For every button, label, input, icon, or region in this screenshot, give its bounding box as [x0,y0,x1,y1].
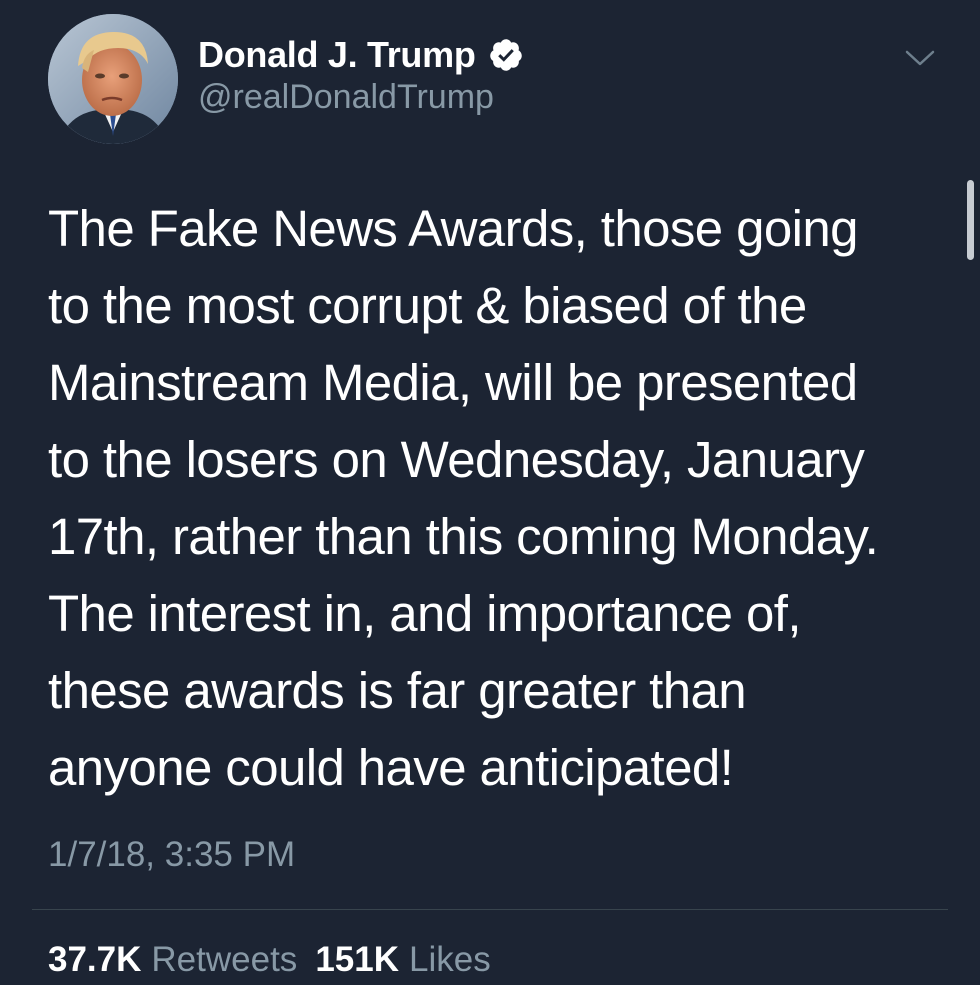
tweet-text-line: to the losers on Wednesday, January [48,431,865,488]
tweet-card: Donald J. Trump @realDonaldTrump The Fak… [0,0,980,985]
tweet-text-line: to the most corrupt & biased of the [48,277,807,334]
tweet-text-line: these awards is far greater than [48,662,747,719]
author-handle[interactable]: @realDonaldTrump [198,78,494,117]
tweet-text-line: Mainstream Media, will be presented [48,354,858,411]
tweet-stats: 37.7K Retweets 151K Likes [48,940,491,980]
display-name[interactable]: Donald J. Trump [198,34,476,76]
likes-stat[interactable]: 151K Likes [315,940,490,980]
tweet-timestamp[interactable]: 1/7/18, 3:35 PM [48,835,295,875]
scrollbar[interactable] [967,180,974,260]
retweets-label: Retweets [151,940,298,979]
tweet-text-line: 17th, rather than this coming Monday. [48,508,879,565]
likes-count: 151K [315,940,399,979]
verified-badge-icon [489,39,522,71]
author-row[interactable]: Donald J. Trump [198,30,524,80]
retweets-count: 37.7K [48,940,142,979]
tweet-text-line: anyone could have anticipated! [48,739,734,796]
likes-label: Likes [408,940,491,979]
avatar[interactable] [48,14,178,144]
tweet-text-line: The interest in, and importance of, [48,585,802,642]
divider [32,909,948,910]
chevron-down-icon[interactable] [903,44,937,72]
profile-photo-icon [48,14,178,144]
retweets-stat[interactable]: 37.7K Retweets [48,940,297,980]
tweet-text: The Fake News Awards, those going to the… [48,190,928,806]
tweet-text-line: The Fake News Awards, those going [48,200,858,257]
